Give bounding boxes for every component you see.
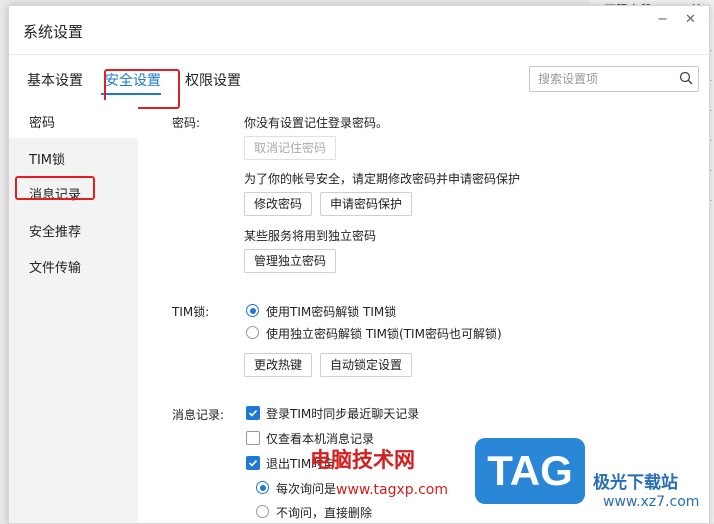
ask-each-time-label[interactable]: 每次询问是 xyxy=(276,480,336,497)
change-hotkey-button[interactable]: 更改热键 xyxy=(244,353,312,377)
active-tab-indicator xyxy=(101,93,161,95)
minimize-button[interactable]: − xyxy=(657,12,668,27)
sidebar: 密码 TIM锁 消息记录 安全推荐 文件传输 xyxy=(9,100,138,523)
watermark-site-name: 电脑技术网 xyxy=(310,448,415,472)
sync-recent-chat-checkbox[interactable] xyxy=(246,406,260,420)
check-icon xyxy=(248,459,258,467)
timlock-label: TIM锁: xyxy=(172,305,210,319)
sidebar-item-file-transfer[interactable]: 文件传输 xyxy=(29,257,81,276)
apply-password-protection-button[interactable]: 申请密码保护 xyxy=(320,192,412,216)
cancel-remember-password-button[interactable]: 取消记住密码 xyxy=(244,136,336,160)
delete-on-exit-checkbox[interactable] xyxy=(246,456,260,470)
search-input[interactable]: 搜索设置项 xyxy=(529,66,699,92)
sidebar-item-timlock[interactable]: TIM锁 xyxy=(29,149,65,168)
watermark-brand-url: www.xz7.com xyxy=(603,494,700,510)
local-records-only-checkbox[interactable] xyxy=(246,431,260,445)
independent-password-text: 某些服务将用到独立密码 xyxy=(244,229,377,243)
delete-without-asking-radio[interactable] xyxy=(256,505,269,518)
ask-each-time-radio[interactable] xyxy=(256,481,269,494)
watermark-logo: TAG 极光下载站 www.xz7.com xyxy=(475,438,711,518)
unlock-with-tim-password-radio[interactable] xyxy=(246,304,259,317)
no-saved-password-text: 你没有设置记住登录密码。 xyxy=(244,116,389,130)
password-label: 密码: xyxy=(172,116,201,130)
sync-recent-chat-label[interactable]: 登录TIM时同步最近聊天记录 xyxy=(266,405,419,422)
dialog-title: 系统设置 xyxy=(23,23,84,41)
watermark-brand: 极光下载站 xyxy=(593,473,678,493)
auto-lock-settings-button[interactable]: 自动锁定设置 xyxy=(320,353,412,377)
tab-security-settings[interactable]: 安全设置 xyxy=(105,70,161,90)
change-password-button[interactable]: 修改密码 xyxy=(244,192,312,216)
watermark-url: www.tagxp.com xyxy=(336,482,448,498)
tab-permission-settings[interactable]: 权限设置 xyxy=(185,70,241,90)
close-button[interactable]: ✕ xyxy=(685,12,696,27)
unlock-with-independent-password-radio[interactable] xyxy=(246,326,259,339)
unlock-with-independent-password-label[interactable]: 使用独立密码解锁 TIM锁(TIM密码也可解锁) xyxy=(266,325,502,342)
sidebar-item-security-recommend[interactable]: 安全推荐 xyxy=(29,221,81,240)
manage-independent-password-button[interactable]: 管理独立密码 xyxy=(244,249,336,273)
search-placeholder: 搜索设置项 xyxy=(538,72,599,86)
delete-without-asking-label[interactable]: 不询问，直接删除 xyxy=(276,504,372,521)
tag-logo: TAG xyxy=(475,438,585,504)
check-icon xyxy=(248,409,258,417)
messages-label: 消息记录: xyxy=(172,408,225,422)
tab-bar: 基本设置 安全设置 权限设置 搜索设置项 xyxy=(9,54,709,109)
sidebar-item-password[interactable]: 密码 xyxy=(29,112,55,131)
password-advice-text: 为了你的帐号安全，请定期修改密码并申请密码保护 xyxy=(244,172,521,186)
unlock-with-tim-password-label[interactable]: 使用TIM密码解锁 TIM锁 xyxy=(266,303,396,320)
tab-basic-settings[interactable]: 基本设置 xyxy=(27,70,83,90)
sidebar-item-messages[interactable]: 消息记录 xyxy=(29,184,81,203)
search-icon[interactable] xyxy=(679,71,693,85)
